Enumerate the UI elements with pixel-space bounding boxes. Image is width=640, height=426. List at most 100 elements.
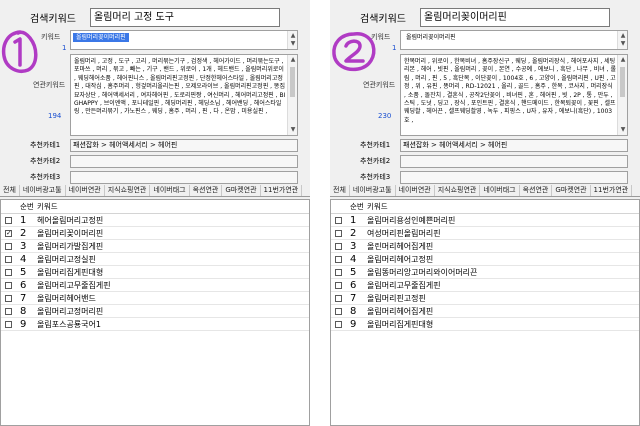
keyword-count: 1 (392, 44, 397, 52)
keyword-tag[interactable]: 올림머리꽂이머리핀 (73, 33, 129, 42)
table-row[interactable]: 8 올림머리헤어집게핀 (331, 305, 639, 318)
tab-naver-related[interactable]: 네이버연관 (396, 185, 435, 196)
scroll-thumb[interactable] (290, 67, 295, 97)
tab-naver-ad-tool[interactable]: 네이버광고툴 (350, 185, 396, 196)
row-keyword: 올림머리용성인예쁜머리핀 (367, 216, 456, 225)
table-row[interactable]: 1 올림머리용성인예쁜머리핀 (331, 214, 639, 227)
row-number: 5 (350, 267, 357, 278)
tab-all[interactable]: 전체 (330, 185, 350, 196)
search-input[interactable]: 올림머리 고정 도구 (90, 7, 280, 27)
row-number: 8 (350, 306, 357, 317)
row-checkbox[interactable] (335, 282, 342, 289)
category-field[interactable]: 패션잡화 > 헤어액세서리 > 헤어핀 (400, 138, 628, 152)
row-checkbox[interactable] (5, 295, 12, 302)
row-checkbox[interactable] (335, 217, 342, 224)
row-number: 3 (20, 241, 27, 252)
category-field[interactable] (400, 154, 628, 168)
tab-naver-related[interactable]: 네이버연관 (66, 185, 105, 196)
related-scrollbar[interactable]: ▲ ▼ (287, 55, 297, 135)
keyword-grid: 순번 키워드 1 올림머리용성인예쁜머리핀 2 여성머리핀올림머리핀 3 올린머리헤어집게… (330, 199, 640, 426)
tab-naver-tag[interactable]: 네이버태그 (480, 185, 520, 196)
related-count: 194 (48, 112, 62, 120)
scroll-down-icon[interactable]: ▼ (288, 125, 297, 135)
row-checkbox[interactable] (335, 295, 342, 302)
table-row[interactable]: 3 올림머리가발집게핀 (1, 240, 309, 253)
keyword-listbox[interactable]: 올림머리꽂이머리핀 ▲ ▼ (400, 30, 628, 50)
row-checkbox[interactable] (335, 269, 342, 276)
table-row[interactable]: 5 올림머리집게핀대형 (1, 266, 309, 279)
keyword-scrollbar[interactable]: ▲ ▼ (287, 31, 297, 49)
row-checkbox[interactable] (5, 217, 12, 224)
category-row-2: 추천카테2 (30, 154, 298, 168)
tab-shopping-related[interactable]: 지식쇼핑연관 (435, 185, 481, 196)
scroll-down-icon[interactable]: ▼ (288, 39, 298, 49)
tab-naver-tag[interactable]: 네이버태그 (150, 185, 190, 196)
keyword-tag[interactable]: 올림머리꽂이머리핀 (403, 33, 459, 42)
tab-all[interactable]: 전체 (0, 185, 20, 196)
tab-11st-related[interactable]: 11번가연관 (261, 185, 303, 196)
category-field[interactable] (70, 154, 298, 168)
category-row-1: 추천카테1 패션잡화 > 헤어액세서리 > 헤어핀 (360, 138, 628, 152)
row-number: 1 (350, 215, 357, 226)
row-checkbox[interactable] (5, 282, 12, 289)
related-keywords-box[interactable]: 올림머리 , 고정 , 도구 , 고리 , 머리묶는기구 , 검정색 , 헤어가… (70, 54, 298, 136)
row-number: 7 (350, 293, 357, 304)
tab-naver-ad-tool[interactable]: 네이버광고툴 (20, 185, 66, 196)
row-keyword: 올린머리헤어집게핀 (367, 242, 434, 251)
col-keyword-header: 키워드 (37, 202, 58, 211)
row-checkbox[interactable] (335, 321, 342, 328)
row-number: 4 (350, 254, 357, 265)
table-row[interactable]: 3 올린머리헤어집게핀 (331, 240, 639, 253)
tab-gmarket-related[interactable]: G마켓연관 (222, 185, 261, 196)
row-checkbox[interactable] (335, 230, 342, 237)
table-row[interactable]: 7 올림머리핀고정핀 (331, 292, 639, 305)
table-row[interactable]: 5 올림똥머리앙고머리와이어머리끈 (331, 266, 639, 279)
tab-shopping-related[interactable]: 지식쇼핑연관 (105, 185, 151, 196)
scroll-up-icon[interactable]: ▲ (618, 55, 627, 65)
keyword-listbox[interactable]: 올림머리꽂이머리핀 ▲ ▼ (70, 30, 298, 50)
table-row[interactable]: 6 올림머리고무줄집게핀 (331, 279, 639, 292)
table-row[interactable]: 8 올림머리고정머리핀 (1, 305, 309, 318)
row-checkbox[interactable] (5, 308, 12, 315)
category-field[interactable] (70, 170, 298, 184)
scroll-down-icon[interactable]: ▼ (618, 39, 628, 49)
table-row[interactable]: ✓ 2 올림머리꽂이머리핀 (1, 227, 309, 240)
search-input[interactable]: 올림머리꽂이머리핀 (420, 7, 610, 27)
grid-header: 순번 키워드 (331, 200, 639, 214)
tab-auction-related[interactable]: 옥션연관 (190, 185, 223, 196)
row-number: 2 (350, 228, 357, 239)
related-scrollbar[interactable]: ▲ ▼ (617, 55, 627, 135)
row-number: 3 (350, 241, 357, 252)
related-count: 230 (378, 112, 392, 120)
row-checkbox[interactable] (5, 256, 12, 263)
scroll-thumb[interactable] (620, 67, 625, 97)
keyword-scrollbar[interactable]: ▲ ▼ (617, 31, 627, 49)
row-checkbox[interactable] (335, 243, 342, 250)
table-row[interactable]: 4 올림머리헤어고정핀 (331, 253, 639, 266)
table-row[interactable]: 7 올림머리헤어밴드 (1, 292, 309, 305)
row-checkbox[interactable] (335, 308, 342, 315)
category-field[interactable]: 패션잡화 > 헤어액세서리 > 헤어핀 (70, 138, 298, 152)
row-checkbox[interactable]: ✓ (5, 230, 12, 237)
table-row[interactable]: 9 올림포스공룡국어1 (1, 318, 309, 331)
scroll-up-icon[interactable]: ▲ (288, 55, 297, 65)
scroll-down-icon[interactable]: ▼ (618, 125, 627, 135)
table-row[interactable]: 4 올림머리고정실핀 (1, 253, 309, 266)
row-checkbox[interactable] (335, 256, 342, 263)
tab-gmarket-related[interactable]: G마켓연관 (552, 185, 591, 196)
tab-auction-related[interactable]: 옥션연관 (520, 185, 553, 196)
row-keyword: 헤어올림머리고정핀 (37, 216, 104, 225)
tab-11st-related[interactable]: 11번가연관 (591, 185, 633, 196)
table-row[interactable]: 6 올림머리고무줄집게핀 (1, 279, 309, 292)
category-field[interactable] (400, 170, 628, 184)
search-row: 검색키워드 올림머리꽂이머리핀 (360, 6, 610, 28)
keyword-label: 키워드 (371, 33, 391, 41)
table-row[interactable]: 2 여성머리핀올림머리핀 (331, 227, 639, 240)
row-keyword: 올림똥머리앙고머리와이어머리끈 (367, 268, 478, 277)
row-checkbox[interactable] (5, 269, 12, 276)
table-row[interactable]: 9 올림머리집게핀대형 (331, 318, 639, 331)
related-keywords-box[interactable]: 한복머리 , 위로이 , 한복비녀 , 흠주장신구 , 웨딩 , 올림머리장식 … (400, 54, 628, 136)
row-checkbox[interactable] (5, 243, 12, 250)
row-checkbox[interactable] (5, 321, 12, 328)
table-row[interactable]: 1 헤어올림머리고정핀 (1, 214, 309, 227)
